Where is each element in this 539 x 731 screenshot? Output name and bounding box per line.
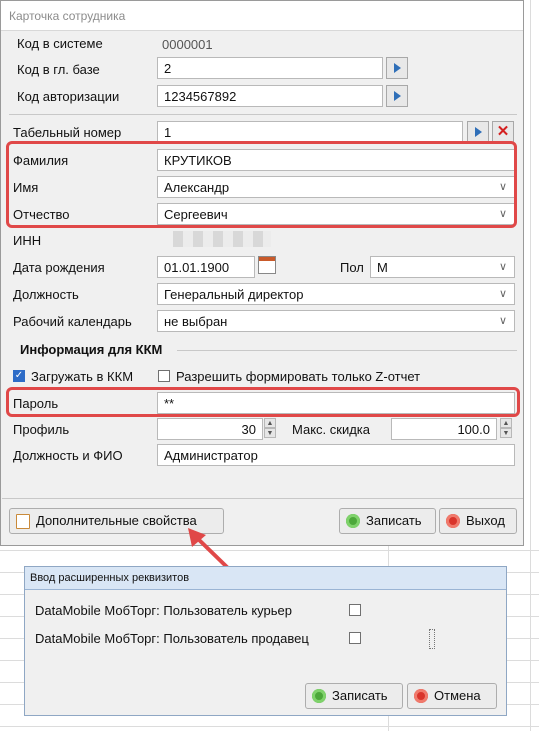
position-label: Должность: [13, 287, 79, 302]
extra-properties-label: Дополнительные свойства: [36, 513, 197, 528]
employee-card-window: Карточка сотрудника Код в системе 000000…: [0, 0, 524, 546]
birth-date-field[interactable]: 01.01.1900: [157, 256, 255, 278]
separator: [9, 114, 517, 115]
dialog-save-label: Записать: [332, 688, 388, 703]
chevron-down-icon[interactable]: ∨: [495, 286, 511, 302]
exit-circle-icon: [446, 514, 460, 528]
position-fio-label: Должность и ФИО: [13, 448, 123, 463]
dialog-title: Ввод расширенных реквизитов: [30, 572, 190, 584]
triangle-right-icon: [394, 91, 401, 101]
separator: [2, 498, 523, 499]
inn-value-redacted: [173, 231, 271, 247]
profile-spinner[interactable]: ▲ ▼: [264, 418, 276, 440]
fio-highlight-box: [6, 141, 517, 228]
allow-z-report-checkbox[interactable]: [158, 370, 170, 382]
allow-z-report-label: Разрешить формировать только Z-отчет: [176, 369, 421, 384]
exit-label: Выход: [466, 513, 505, 528]
position-value: Генеральный директор: [164, 287, 304, 302]
tab-number-clear-button[interactable]: ✕: [492, 121, 514, 143]
inn-label: ИНН: [13, 233, 42, 248]
window-titlebar: Карточка сотрудника: [1, 1, 523, 31]
resize-handle[interactable]: [429, 629, 435, 649]
code-main-base-label: Код в гл. базе: [17, 62, 100, 77]
auth-code-picker-button[interactable]: [386, 85, 408, 107]
work-calendar-select[interactable]: не выбран ∨: [157, 310, 515, 332]
save-button[interactable]: Записать: [339, 508, 436, 534]
seller-option-checkbox[interactable]: [349, 632, 361, 644]
courier-option-checkbox[interactable]: [349, 604, 361, 616]
max-discount-label: Макс. скидка: [292, 422, 370, 437]
code-main-base-picker-button[interactable]: [386, 57, 408, 79]
exit-button[interactable]: Выход: [439, 508, 517, 534]
red-x-icon: ✕: [496, 123, 510, 140]
calendar-icon[interactable]: [258, 256, 276, 274]
document-icon: [16, 514, 30, 529]
profile-label: Профиль: [13, 422, 70, 437]
code-system-label: Код в системе: [17, 36, 103, 51]
gender-select[interactable]: М ∨: [370, 256, 515, 278]
gender-label: Пол: [340, 260, 364, 275]
chevron-down-icon[interactable]: ∨: [495, 259, 511, 275]
window-title: Карточка сотрудника: [9, 9, 126, 23]
save-label: Записать: [366, 513, 422, 528]
max-discount-field[interactable]: 100.0: [391, 418, 497, 440]
tab-number-picker-button[interactable]: [467, 121, 489, 143]
dialog-cancel-button[interactable]: Отмена: [407, 683, 497, 709]
seller-option-label: DataMobile МобТорг: Пользователь продаве…: [35, 631, 309, 646]
auth-code-label: Код авторизации: [17, 89, 120, 104]
courier-option-label: DataMobile МобТорг: Пользователь курьер: [35, 603, 292, 618]
position-select[interactable]: Генеральный директор ∨: [157, 283, 515, 305]
dialog-titlebar: Ввод расширенных реквизитов: [25, 567, 506, 590]
work-calendar-label: Рабочий календарь: [13, 314, 132, 329]
profile-field[interactable]: 30: [157, 418, 263, 440]
max-discount-spinner[interactable]: ▲ ▼: [500, 418, 512, 440]
tab-number-field[interactable]: 1: [157, 121, 463, 143]
gender-value: М: [377, 260, 388, 275]
cancel-circle-icon: [414, 689, 428, 703]
triangle-right-icon: [394, 63, 401, 73]
load-to-kkm-checkbox[interactable]: ✓: [13, 370, 25, 382]
code-system-value: 0000001: [162, 37, 213, 52]
load-to-kkm-label: Загружать в ККМ: [31, 369, 134, 384]
kkm-section-title: Информация для ККМ: [20, 342, 163, 357]
separator: [177, 350, 517, 351]
ok-circle-icon: [312, 689, 326, 703]
password-highlight-box: [6, 387, 520, 417]
work-calendar-value: не выбран: [164, 314, 228, 329]
dialog-cancel-label: Отмена: [434, 688, 481, 703]
chevron-down-icon[interactable]: ∨: [495, 313, 511, 329]
triangle-right-icon: [475, 127, 482, 137]
dialog-save-button[interactable]: Записать: [305, 683, 403, 709]
extended-attributes-dialog: Ввод расширенных реквизитов DataMobile М…: [24, 566, 507, 716]
ok-circle-icon: [346, 514, 360, 528]
tab-number-label: Табельный номер: [13, 125, 122, 140]
auth-code-field[interactable]: 1234567892: [157, 85, 383, 107]
code-main-base-field[interactable]: 2: [157, 57, 383, 79]
position-fio-field[interactable]: Администратор: [157, 444, 515, 466]
birth-date-label: Дата рождения: [13, 260, 105, 275]
